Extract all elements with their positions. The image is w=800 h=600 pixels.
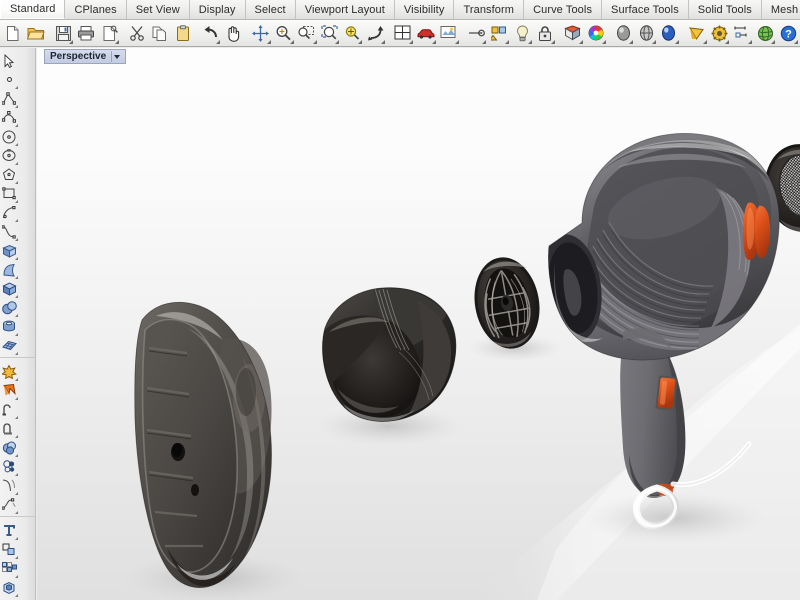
move-gumball-icon[interactable] — [250, 22, 272, 45]
light-bulb-icon[interactable] — [511, 22, 533, 45]
viewport-layout-icon[interactable] — [392, 22, 414, 45]
perspective-viewport[interactable]: Perspective — [37, 48, 800, 600]
svg-text:?: ? — [785, 28, 792, 40]
zoom-selected-icon[interactable] — [341, 22, 363, 45]
menu-tab-cplanes[interactable]: CPlanes — [65, 0, 127, 19]
point-icon[interactable] — [0, 70, 18, 89]
boolean-union-icon[interactable] — [0, 438, 18, 457]
open-folder-icon[interactable] — [25, 22, 47, 45]
sidebar-divider — [0, 516, 35, 520]
boolean-difference-icon[interactable] — [0, 457, 18, 476]
polyline-icon[interactable] — [0, 89, 18, 108]
save-disk-icon[interactable] — [53, 22, 75, 45]
menu-tab-mesh-tools[interactable]: Mesh Tools — [762, 0, 800, 19]
new-file-icon[interactable] — [2, 22, 24, 45]
print-preview-icon[interactable] — [98, 22, 120, 45]
menu-tab-curve-tools[interactable]: Curve Tools — [524, 0, 603, 19]
menu-tab-set-view[interactable]: Set View — [127, 0, 190, 19]
curve-control-points-icon[interactable] — [0, 108, 18, 127]
settings-gear-icon[interactable] — [709, 22, 731, 45]
zoom-extents-icon[interactable] — [319, 22, 341, 45]
select-arrow-icon[interactable] — [0, 51, 18, 70]
concentrator-nozzle[interactable] — [318, 286, 457, 422]
rotate-view-icon[interactable] — [364, 22, 386, 45]
undo-arrow-icon[interactable] — [199, 22, 221, 45]
explode-icon[interactable] — [0, 362, 18, 381]
paste-clipboard-icon[interactable] — [172, 22, 194, 45]
chevron-down-icon[interactable] — [111, 51, 122, 62]
menu-tab-surface-tools[interactable]: Surface Tools — [602, 0, 689, 19]
ellipse-icon[interactable] — [0, 146, 18, 165]
render-preview-icon[interactable] — [686, 22, 708, 45]
help-question-icon[interactable]: ? — [777, 22, 799, 45]
boolean-split-icon[interactable] — [0, 381, 18, 400]
power-switch[interactable] — [655, 375, 678, 411]
text-object-icon[interactable] — [0, 521, 18, 540]
ghosted-sphere-icon[interactable] — [635, 22, 657, 45]
main-toolbar: ? — [0, 20, 800, 47]
application-window: Standard CPlanes Set View Display Select View… — [0, 0, 800, 600]
rectangle-icon[interactable] — [0, 184, 18, 203]
array-icon[interactable] — [0, 559, 18, 578]
shaded-sphere-icon[interactable] — [612, 22, 634, 45]
copy-icon[interactable] — [149, 22, 171, 45]
print-icon[interactable] — [75, 22, 97, 45]
color-wheel-icon[interactable] — [585, 22, 607, 45]
sphere-solid-icon[interactable] — [0, 298, 18, 317]
named-views-car-icon[interactable] — [415, 22, 437, 45]
viewport-title-tab[interactable]: Perspective — [44, 49, 127, 64]
polygon-icon[interactable] — [0, 165, 18, 184]
globe-earth-icon[interactable] — [754, 22, 776, 45]
fillet-curve-icon[interactable] — [0, 476, 18, 495]
menu-tab-standard[interactable]: Standard — [0, 0, 66, 19]
rendered-sphere-icon[interactable] — [658, 22, 680, 45]
offset-surface-icon[interactable] — [0, 540, 18, 559]
box-solid-icon[interactable] — [0, 279, 18, 298]
zoom-window-icon[interactable] — [296, 22, 318, 45]
accent-vents — [743, 202, 771, 260]
arc-center-icon[interactable] — [0, 203, 18, 222]
circle-icon[interactable] — [0, 127, 18, 146]
free-curve-icon[interactable] — [0, 222, 18, 241]
trim-icon[interactable] — [0, 400, 18, 419]
render-setup-icon[interactable] — [438, 22, 460, 45]
menu-tab-select[interactable]: Select — [246, 0, 296, 19]
mesh-plane-icon[interactable] — [0, 336, 18, 355]
cut-scissors-icon[interactable] — [126, 22, 148, 45]
shell-icon[interactable] — [0, 578, 18, 597]
model-scene — [121, 132, 800, 600]
lock-icon[interactable] — [534, 22, 556, 45]
zoom-magnifier-icon[interactable] — [273, 22, 295, 45]
front-housing-shell[interactable] — [134, 301, 272, 589]
surface-from-curves-icon[interactable] — [0, 241, 18, 260]
menu-bar: Standard CPlanes Set View Display Select View… — [0, 0, 800, 20]
menu-tab-visibility[interactable]: Visibility — [395, 0, 455, 19]
blend-curve-icon[interactable] — [0, 495, 18, 514]
sidebar-divider — [0, 357, 35, 361]
loft-surface-icon[interactable] — [0, 260, 18, 279]
cylinder-solid-icon[interactable] — [0, 317, 18, 336]
named-cplane-icon[interactable] — [465, 22, 487, 45]
viewport-name-label: Perspective — [50, 51, 107, 62]
menu-tab-viewport-layout[interactable]: Viewport Layout — [296, 0, 395, 19]
menu-tab-solid-tools[interactable]: Solid Tools — [689, 0, 762, 19]
menu-tab-transform[interactable]: Transform — [454, 0, 525, 19]
extend-icon[interactable] — [0, 419, 18, 438]
layers-icon[interactable] — [488, 22, 510, 45]
menu-tab-display[interactable]: Display — [190, 0, 246, 19]
dimension-icon[interactable] — [731, 22, 753, 45]
pan-hand-icon[interactable] — [222, 22, 244, 45]
display-mode-icon[interactable] — [562, 22, 584, 45]
left-tool-sidebar — [0, 48, 36, 600]
